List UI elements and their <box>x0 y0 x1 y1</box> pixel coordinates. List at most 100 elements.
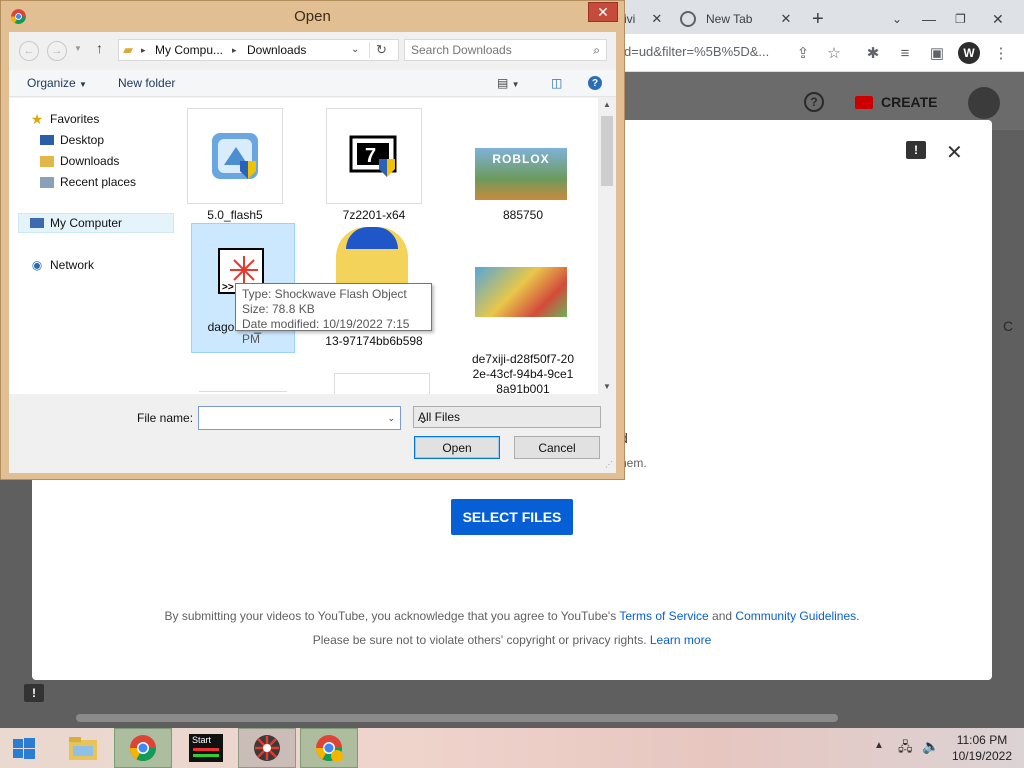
media-icon[interactable]: ≡ <box>894 42 916 64</box>
breadcrumb-my-computer[interactable]: My Compu... <box>155 43 223 57</box>
forward-button[interactable]: → <box>47 41 67 61</box>
7zip-icon: 7 <box>349 135 397 177</box>
start-tile-label: Start <box>192 735 212 745</box>
browser-tab-new-tab[interactable]: New Tab ✕ <box>668 4 796 34</box>
nav-label: Favorites <box>50 112 100 126</box>
tab-search-icon[interactable]: ⌄ <box>892 4 902 34</box>
resize-grip-icon[interactable]: ⋰ <box>605 460 613 469</box>
profile-avatar[interactable]: W <box>958 42 980 64</box>
volume-icon[interactable]: 🔈 <box>922 738 939 755</box>
close-button[interactable]: ✕ <box>588 2 618 22</box>
clock-date: 10/19/2022 <box>951 749 1012 763</box>
recent-locations-icon[interactable]: ▼ <box>74 44 82 53</box>
file-explorer-taskbar-button[interactable] <box>58 728 108 768</box>
address-bar-text[interactable]: d=ud&filter=%5B%5D&... <box>624 44 769 59</box>
chevron-down-icon[interactable]: ⌄ <box>387 413 395 424</box>
scroll-down-icon[interactable]: ▼ <box>603 382 611 391</box>
chevron-down-icon[interactable]: ⌄ <box>351 44 359 55</box>
open-button[interactable]: Open <box>414 436 500 459</box>
command-bar: Organize ▼ New folder ▤ ▼ ◫ ? <box>9 70 616 97</box>
file-name-input[interactable] <box>199 407 379 429</box>
horizontal-scrollbar[interactable] <box>76 714 838 722</box>
avatar[interactable] <box>968 87 1000 119</box>
share-icon[interactable]: ⇪ <box>792 42 814 64</box>
folder-icon <box>69 737 97 760</box>
minimize-icon[interactable]: — <box>922 4 936 34</box>
close-icon[interactable]: ✕ <box>780 11 791 27</box>
nav-favorites[interactable]: ★ Favorites <box>29 109 100 129</box>
scroll-up-icon[interactable]: ▲ <box>603 100 611 109</box>
close-icon[interactable]: ✕ <box>651 11 662 27</box>
file-item[interactable]: de7xiji-d28f50f7-202e-43cf-94b4-9ce18a91… <box>471 223 574 394</box>
file-type-select[interactable]: All Files ⌄ <box>413 406 601 428</box>
learn-more-link[interactable]: Learn more <box>650 633 711 647</box>
help-icon[interactable]: ? <box>588 76 602 90</box>
partial-text: C <box>1003 318 1014 334</box>
close-window-icon[interactable]: ✕ <box>992 4 1004 34</box>
search-box[interactable]: ⌕ <box>404 39 607 61</box>
breadcrumb-downloads[interactable]: Downloads <box>247 43 306 57</box>
file-list-scrollbar[interactable]: ▲ ▼ <box>598 98 616 394</box>
cancel-button[interactable]: Cancel <box>514 436 600 459</box>
search-input[interactable] <box>405 40 585 60</box>
bookmark-star-icon[interactable]: ☆ <box>823 42 845 64</box>
cartoon-image-thumbnail <box>475 267 567 317</box>
feedback-icon[interactable]: ! <box>906 141 926 159</box>
new-tab-button[interactable]: + <box>812 4 824 34</box>
search-icon[interactable]: ⌕ <box>593 43 600 58</box>
nav-recent-places[interactable]: Recent places <box>39 172 136 192</box>
copyright-text: Please be sure not to violate others' co… <box>312 633 647 647</box>
side-panel-icon[interactable]: ▣ <box>926 42 948 64</box>
nav-my-computer[interactable]: My Computer <box>18 213 174 233</box>
browser-tab-partial[interactable]: ivi ✕ <box>624 4 662 34</box>
create-label: CREATE <box>881 94 938 110</box>
nav-label: My Computer <box>50 216 123 230</box>
nav-desktop[interactable]: Desktop <box>39 130 104 150</box>
file-item[interactable]: 5.0_flash5 <box>183 108 283 222</box>
nav-downloads[interactable]: Downloads <box>39 151 119 171</box>
extensions-icon[interactable]: ✱ <box>862 42 884 64</box>
file-item[interactable]: 7 7z2201-x64 <box>322 108 422 222</box>
terms-of-service-link[interactable]: Terms of Service <box>619 609 708 623</box>
file-item-partial[interactable] <box>334 373 430 394</box>
back-button[interactable]: ← <box>19 41 39 61</box>
file-item[interactable]: ROBLOX 885750 <box>471 108 571 222</box>
star-icon: ★ <box>30 110 44 127</box>
file-name-combobox[interactable]: ⌄ <box>198 406 401 430</box>
chrome-menu-icon[interactable]: ⋮ <box>990 42 1012 64</box>
scrollbar-thumb[interactable] <box>601 116 613 186</box>
file-tooltip: Type: Shockwave Flash Object Size: 78.8 … <box>235 283 432 346</box>
file-item-partial[interactable] <box>199 391 287 394</box>
network-tray-icon[interactable]: 🖧 <box>898 738 913 760</box>
feedback-icon[interactable]: ! <box>24 684 44 702</box>
address-bar[interactable]: ▰ ▸ My Compu... ▸ Downloads ⌄ ↻ <box>118 39 399 61</box>
file-name: 885750 <box>502 208 544 222</box>
close-icon[interactable]: ✕ <box>946 140 963 165</box>
chrome-icon <box>129 735 157 762</box>
chrome-taskbar-button[interactable] <box>114 728 172 768</box>
flash-player-taskbar-button[interactable] <box>238 728 296 768</box>
tray-expand-icon[interactable]: ▲ <box>874 740 884 751</box>
up-arrow-icon[interactable]: ↑ <box>96 40 103 56</box>
help-icon[interactable]: ? <box>804 92 824 112</box>
terms-text: By submitting your videos to YouTube, yo… <box>164 609 617 623</box>
new-folder-button[interactable]: New folder <box>118 76 175 90</box>
refresh-icon[interactable]: ↻ <box>369 42 387 58</box>
organize-menu[interactable]: Organize ▼ <box>27 76 87 90</box>
clock-time: 11:06 PM <box>956 733 1008 747</box>
chrome-profile-taskbar-button[interactable] <box>300 728 358 768</box>
file-thumbnail: 7 <box>326 108 422 204</box>
community-guidelines-link[interactable]: Community Guidelines <box>735 609 856 623</box>
dialog-title: Open <box>294 8 331 25</box>
system-clock[interactable]: 11:06 PM 10/19/2022 <box>952 732 1012 764</box>
create-button[interactable]: CREATE <box>845 89 943 115</box>
nav-network[interactable]: ◉ Network <box>29 255 94 275</box>
dialog-title-bar[interactable]: Open ✕ <box>1 1 624 31</box>
start-button[interactable] <box>0 728 48 768</box>
view-options-icon[interactable]: ▤ ▼ <box>497 76 520 90</box>
select-files-button[interactable]: SELECT FILES <box>451 499 573 535</box>
svg-text:>>: >> <box>222 282 234 292</box>
start-app-taskbar-button[interactable]: Start <box>182 728 230 768</box>
restore-icon[interactable]: ❐ <box>955 4 966 34</box>
preview-pane-icon[interactable]: ◫ <box>551 76 562 90</box>
